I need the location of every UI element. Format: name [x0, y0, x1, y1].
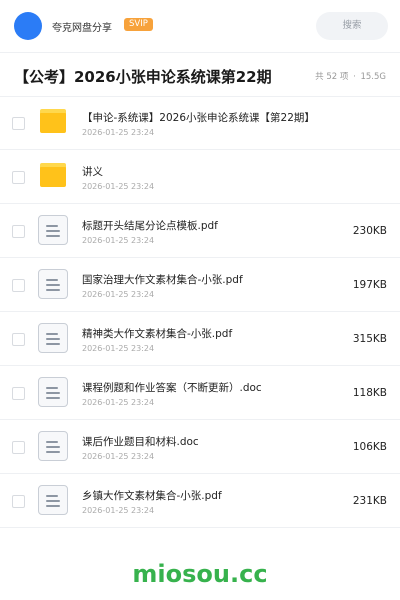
watermark: miosou.cc: [132, 560, 268, 588]
list-item[interactable]: 课程例题和作业答案（不断更新）.doc 2026-01-25 23:24 118…: [0, 366, 400, 420]
select-checkbox[interactable]: [12, 279, 25, 292]
list-item[interactable]: 标题开头结尾分论点模板.pdf 2026-01-25 23:24 230KB: [0, 204, 400, 258]
meta-separator: ·: [353, 72, 356, 82]
folder-icon: [38, 161, 68, 191]
file-name: 课程例题和作业答案（不断更新）.doc: [82, 382, 262, 394]
select-checkbox[interactable]: [12, 117, 25, 130]
avatar[interactable]: [14, 12, 42, 40]
file-name: 乡镇大作文素材集合-小张.pdf: [82, 490, 222, 502]
file-date: 2026-01-25 23:24: [82, 128, 155, 137]
file-name: 课后作业题目和材料.doc: [82, 436, 199, 448]
select-checkbox[interactable]: [12, 171, 25, 184]
file-date: 2026-01-25 23:24: [82, 398, 155, 407]
list-item[interactable]: 乡镇大作文素材集合-小张.pdf 2026-01-25 23:24 231KB: [0, 474, 400, 528]
folder-title: 【公考】2026小张申论系统课第22期: [14, 68, 272, 86]
file-name: 讲义: [82, 166, 103, 178]
document-icon: [38, 323, 68, 353]
file-size: 106KB: [352, 441, 387, 453]
top-bar: 夸克网盘分享 SVIP 搜索: [0, 0, 400, 52]
folder-meta: 共 52 项 · 15.5G: [314, 70, 387, 82]
file-date: 2026-01-25 23:24: [82, 290, 155, 299]
file-date: 2026-01-25 23:24: [82, 506, 155, 515]
total-size: 15.5G: [360, 72, 386, 82]
item-count: 共 52 项: [315, 72, 349, 82]
file-name: 标题开头结尾分论点模板.pdf: [82, 220, 218, 232]
select-checkbox[interactable]: [12, 333, 25, 346]
document-icon: [38, 431, 68, 461]
document-icon: [38, 485, 68, 515]
list-item[interactable]: 课后作业题目和材料.doc 2026-01-25 23:24 106KB: [0, 420, 400, 474]
file-date: 2026-01-25 23:24: [82, 344, 155, 353]
file-date: 2026-01-25 23:24: [82, 236, 155, 245]
list-item[interactable]: 讲义 2026-01-25 23:24: [0, 150, 400, 204]
document-icon: [38, 269, 68, 299]
file-name: 精神类大作文素材集合-小张.pdf: [82, 328, 233, 340]
file-size: 231KB: [352, 495, 387, 507]
list-item[interactable]: 国家治理大作文素材集合-小张.pdf 2026-01-25 23:24 197K…: [0, 258, 400, 312]
file-date: 2026-01-25 23:24: [82, 182, 155, 191]
select-checkbox[interactable]: [12, 441, 25, 454]
folder-icon: [38, 107, 68, 137]
select-checkbox[interactable]: [12, 387, 25, 400]
file-size: 197KB: [352, 279, 387, 291]
share-name: 夸克网盘分享: [52, 23, 112, 34]
file-size: 230KB: [352, 225, 387, 237]
file-date: 2026-01-25 23:24: [82, 452, 155, 461]
select-checkbox[interactable]: [12, 225, 25, 238]
file-size: 315KB: [352, 333, 387, 345]
file-size: 118KB: [352, 387, 387, 399]
list-item[interactable]: 【申论-系统课】2026小张申论系统课【第22期】 2026-01-25 23:…: [0, 96, 400, 150]
list-item[interactable]: 精神类大作文素材集合-小张.pdf 2026-01-25 23:24 315KB: [0, 312, 400, 366]
header-divider: [0, 52, 400, 53]
file-name: 国家治理大作文素材集合-小张.pdf: [82, 274, 243, 286]
document-icon: [38, 377, 68, 407]
select-checkbox[interactable]: [12, 495, 25, 508]
document-icon: [38, 215, 68, 245]
file-list: 【申论-系统课】2026小张申论系统课【第22期】 2026-01-25 23:…: [0, 96, 400, 528]
search-button[interactable]: 搜索: [316, 12, 388, 40]
svip-badge: SVIP: [124, 18, 153, 31]
file-name: 【申论-系统课】2026小张申论系统课【第22期】: [82, 112, 315, 124]
